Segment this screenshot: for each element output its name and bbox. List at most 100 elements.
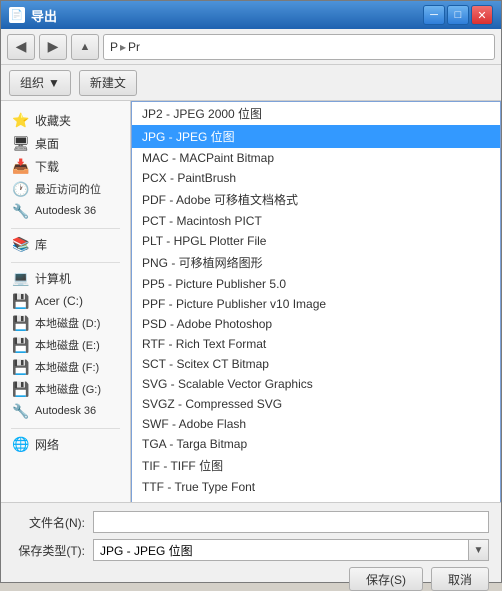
sidebar-network-section: 🌐 网络	[5, 433, 126, 456]
sidebar-computer-section: 💻 计算机 💾 Acer (C:) 💾 本地磁盘 (D:) 💾 本地磁盘 (E:…	[5, 267, 126, 422]
sidebar-item-recent[interactable]: 🕐 最近访问的位	[5, 178, 126, 200]
sidebar-downloads-label: 下载	[35, 158, 59, 175]
sidebar-local-f-label: 本地磁盘 (F:)	[35, 359, 99, 375]
download-icon: 📥	[11, 159, 31, 175]
dropdown-item-ppf[interactable]: PPF - Picture Publisher v10 Image	[132, 294, 500, 314]
sidebar-item-acer-c[interactable]: 💾 Acer (C:)	[5, 290, 126, 312]
sidebar-item-library[interactable]: 📚 库	[5, 233, 126, 256]
dropdown-item-ttf[interactable]: TTF - True Type Font	[132, 477, 500, 497]
sidebar-acer-c-label: Acer (C:)	[35, 294, 83, 308]
sidebar-divider-2	[11, 262, 120, 263]
filetype-label: 保存类型(T):	[13, 542, 85, 559]
filetype-dropdown-arrow[interactable]: ▼	[469, 539, 489, 561]
drive-g-icon: 💾	[11, 381, 31, 397]
autodesk-icon-b: 🔧	[11, 403, 31, 419]
format-dropdown-list[interactable]: JP2 - JPEG 2000 位图JPG - JPEG 位图MAC - MAC…	[131, 101, 501, 502]
sidebar-divider-1	[11, 228, 120, 229]
dropdown-item-pcx[interactable]: PCX - PaintBrush	[132, 168, 500, 188]
dropdown-item-rtf[interactable]: RTF - Rich Text Format	[132, 334, 500, 354]
title-bar: 📄 导出 ─ □ ✕	[1, 1, 501, 29]
filename-row: 文件名(N):	[13, 511, 489, 533]
dropdown-item-psd[interactable]: PSD - Adobe Photoshop	[132, 314, 500, 334]
star-icon: ⭐	[11, 113, 31, 129]
network-icon: 🌐	[11, 437, 31, 453]
dropdown-item-svgz[interactable]: SVGZ - Compressed SVG	[132, 394, 500, 414]
sidebar-local-g-label: 本地磁盘 (G:)	[35, 381, 101, 397]
autodesk-icon-a: 🔧	[11, 203, 31, 219]
sidebar-favorites-section: ⭐ 收藏夹 🖥 桌面 📥 下载 🕐 最近访问的位 🔧 Autodes	[5, 109, 126, 222]
library-icon: 📚	[11, 237, 31, 253]
forward-button[interactable]: ▶	[39, 34, 67, 60]
sidebar-recent-label: 最近访问的位	[35, 181, 101, 197]
recent-icon: 🕐	[11, 181, 31, 197]
filetype-input[interactable]	[93, 539, 469, 561]
drive-c-icon: 💾	[11, 293, 31, 309]
export-window: 📄 导出 ─ □ ✕ ◀ ▶ ▲ P ▸ Pr 组织 ▼ 新建文	[0, 0, 502, 583]
dropdown-item-tif[interactable]: TIF - TIFF 位图	[132, 454, 500, 477]
up-button[interactable]: ▲	[71, 34, 99, 60]
minimize-button[interactable]: ─	[423, 5, 445, 25]
filetype-input-group: ▼	[93, 539, 489, 561]
sidebar: ⭐ 收藏夹 🖥 桌面 📥 下载 🕐 最近访问的位 🔧 Autodes	[1, 101, 131, 502]
bottom-buttons: 保存(S) 取消	[13, 567, 489, 591]
path-current: Pr	[128, 40, 140, 54]
sidebar-library-section: 📚 库	[5, 233, 126, 256]
dropdown-item-plt[interactable]: PLT - HPGL Plotter File	[132, 231, 500, 251]
sidebar-item-local-g[interactable]: 💾 本地磁盘 (G:)	[5, 378, 126, 400]
content-area: JP2 - JPEG 2000 位图JPG - JPEG 位图MAC - MAC…	[131, 101, 501, 502]
dropdown-item-sct[interactable]: SCT - Scitex CT Bitmap	[132, 354, 500, 374]
sidebar-local-d-label: 本地磁盘 (D:)	[35, 315, 100, 331]
sidebar-item-autodesk-b[interactable]: 🔧 Autodesk 36	[5, 400, 126, 422]
dropdown-item-pct[interactable]: PCT - Macintosh PICT	[132, 211, 500, 231]
sidebar-network-label: 网络	[35, 436, 59, 453]
filetype-row: 保存类型(T): ▼	[13, 539, 489, 561]
window-controls: ─ □ ✕	[423, 5, 493, 25]
dropdown-item-swf[interactable]: SWF - Adobe Flash	[132, 414, 500, 434]
maximize-button[interactable]: □	[447, 5, 469, 25]
dropdown-item-pp5[interactable]: PP5 - Picture Publisher 5.0	[132, 274, 500, 294]
sidebar-computer-label: 计算机	[35, 270, 71, 287]
sidebar-item-network[interactable]: 🌐 网络	[5, 433, 126, 456]
dropdown-item-pdf[interactable]: PDF - Adobe 可移植文档格式	[132, 188, 500, 211]
filename-label: 文件名(N):	[13, 514, 85, 531]
desktop-icon: 🖥	[11, 136, 31, 152]
organize-button[interactable]: 组织 ▼	[9, 70, 71, 96]
sidebar-item-computer[interactable]: 💻 计算机	[5, 267, 126, 290]
dropdown-item-jp2[interactable]: JP2 - JPEG 2000 位图	[132, 102, 500, 125]
dropdown-item-mac[interactable]: MAC - MACPaint Bitmap	[132, 148, 500, 168]
dropdown-item-svg[interactable]: SVG - Scalable Vector Graphics	[132, 374, 500, 394]
cancel-button[interactable]: 取消	[431, 567, 489, 591]
sidebar-item-downloads[interactable]: 📥 下载	[5, 155, 126, 178]
dropdown-item-tga[interactable]: TGA - Targa Bitmap	[132, 434, 500, 454]
sidebar-item-favorites[interactable]: ⭐ 收藏夹	[5, 109, 126, 132]
nav-toolbar: ◀ ▶ ▲ P ▸ Pr	[1, 29, 501, 65]
window-icon: 📄	[9, 7, 25, 23]
dropdown-item-txt[interactable]: TXT - ANSI Text	[132, 497, 500, 502]
sidebar-item-local-e[interactable]: 💾 本地磁盘 (E:)	[5, 334, 126, 356]
sidebar-item-local-d[interactable]: 💾 本地磁盘 (D:)	[5, 312, 126, 334]
path-text: P	[110, 40, 118, 54]
sidebar-desktop-label: 桌面	[35, 135, 59, 152]
sidebar-local-e-label: 本地磁盘 (E:)	[35, 337, 100, 353]
sidebar-library-label: 库	[35, 236, 47, 253]
sidebar-autodesk-a-label: Autodesk 36	[35, 205, 96, 217]
save-button[interactable]: 保存(S)	[349, 567, 423, 591]
drive-d-icon: 💾	[11, 315, 31, 331]
dropdown-item-jpg[interactable]: JPG - JPEG 位图	[132, 125, 500, 148]
secondary-toolbar: 组织 ▼ 新建文	[1, 65, 501, 101]
dropdown-item-png[interactable]: PNG - 可移植网络图形	[132, 251, 500, 274]
sidebar-item-autodesk-a[interactable]: 🔧 Autodesk 36	[5, 200, 126, 222]
filename-input[interactable]	[93, 511, 489, 533]
close-button[interactable]: ✕	[471, 5, 493, 25]
computer-icon: 💻	[11, 271, 31, 287]
back-button[interactable]: ◀	[7, 34, 35, 60]
new-folder-button[interactable]: 新建文	[79, 70, 137, 96]
sidebar-item-desktop[interactable]: 🖥 桌面	[5, 132, 126, 155]
path-bar: P ▸ Pr	[103, 34, 495, 60]
sidebar-item-local-f[interactable]: 💾 本地磁盘 (F:)	[5, 356, 126, 378]
drive-f-icon: 💾	[11, 359, 31, 375]
bottom-area: 文件名(N): 保存类型(T): ▼ 保存(S) 取消	[1, 502, 501, 582]
drive-e-icon: 💾	[11, 337, 31, 353]
main-area: ⭐ 收藏夹 🖥 桌面 📥 下载 🕐 最近访问的位 🔧 Autodes	[1, 101, 501, 502]
sidebar-autodesk-b-label: Autodesk 36	[35, 405, 96, 417]
